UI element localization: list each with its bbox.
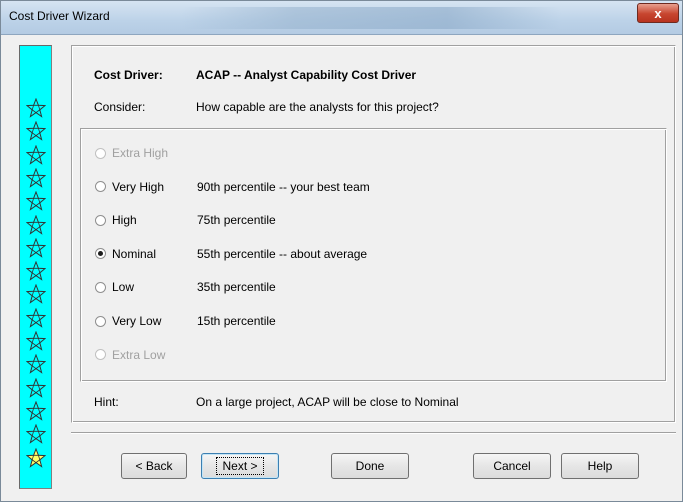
star-outline-icon bbox=[26, 121, 46, 141]
rating-option-label: Extra High bbox=[112, 146, 169, 160]
cost-driver-value: ACAP -- Analyst Capability Cost Driver bbox=[196, 68, 417, 82]
done-button[interactable]: Done bbox=[331, 453, 409, 479]
star-outline-icon bbox=[26, 214, 46, 235]
radio-button[interactable] bbox=[95, 281, 106, 293]
star-outline-icon bbox=[26, 237, 46, 258]
star-outline-icon bbox=[26, 331, 46, 351]
wizard-client-area: Cost Driver: ACAP -- Analyst Capability … bbox=[9, 35, 676, 495]
star-outline-icon bbox=[26, 98, 46, 118]
help-button[interactable]: Help bbox=[561, 453, 639, 479]
rating-option-label: Low bbox=[112, 280, 135, 295]
rating-option-description: 90th percentile -- your best team bbox=[197, 179, 370, 194]
star-outline-icon bbox=[26, 447, 46, 468]
star-outline-icon bbox=[26, 424, 46, 444]
rating-options-group: Extra High Very High 90th percentile -- yo… bbox=[80, 128, 667, 382]
radio-button[interactable] bbox=[95, 214, 106, 226]
consider-label: Consider: bbox=[94, 100, 146, 114]
star-outline-icon bbox=[26, 354, 46, 374]
window-title: Cost Driver Wizard bbox=[9, 9, 110, 23]
rating-option-extra-high: Extra High bbox=[95, 145, 168, 161]
star-outline-icon bbox=[26, 284, 46, 305]
rating-option-very-high[interactable]: Very High bbox=[95, 179, 164, 195]
star-outline-icon bbox=[26, 261, 46, 281]
star-outline-icon bbox=[26, 167, 46, 188]
rating-option-high[interactable]: High bbox=[95, 212, 137, 228]
rating-option-label: Extra Low bbox=[112, 347, 166, 362]
star-outline-icon bbox=[26, 377, 46, 398]
close-button[interactable]: x bbox=[637, 3, 679, 23]
rating-option-low[interactable]: Low bbox=[95, 279, 134, 295]
rating-option-description: 55th percentile -- about average bbox=[197, 246, 368, 261]
back-button[interactable]: < Back bbox=[121, 453, 187, 479]
star-outline-icon bbox=[26, 400, 46, 421]
next-button[interactable]: Next > bbox=[201, 453, 279, 479]
rating-option-label: High bbox=[112, 213, 137, 228]
cancel-button[interactable]: Cancel bbox=[473, 453, 551, 479]
rating-option-label: Very High bbox=[112, 179, 165, 194]
rating-option-description: 35th percentile bbox=[197, 280, 276, 295]
main-panel: Cost Driver: ACAP -- Analyst Capability … bbox=[71, 45, 676, 423]
rating-option-nominal[interactable]: Nominal bbox=[95, 246, 156, 262]
rating-option-description: 15th percentile bbox=[197, 314, 276, 328]
rating-option-extra-low: Extra Low bbox=[95, 347, 165, 363]
star-outline-icon bbox=[26, 144, 46, 165]
wizard-window: Cost Driver Wizard x Cost Driver: ACAP -… bbox=[0, 0, 683, 502]
radio-button[interactable] bbox=[95, 181, 106, 193]
rating-option-label: Very Low bbox=[112, 314, 162, 328]
star-outline-icon bbox=[26, 191, 46, 211]
rating-option-label: Nominal bbox=[112, 246, 157, 261]
radio-button bbox=[95, 147, 106, 159]
hint-text: On a large project, ACAP will be close t… bbox=[196, 395, 459, 409]
title-bar-blur bbox=[181, 7, 561, 29]
title-bar[interactable]: Cost Driver Wizard x bbox=[1, 1, 682, 35]
radio-button[interactable] bbox=[95, 248, 106, 260]
radio-button[interactable] bbox=[95, 315, 106, 327]
radio-button bbox=[95, 349, 106, 361]
separator bbox=[71, 432, 676, 434]
consider-value: How capable are the analysts for this pr… bbox=[196, 100, 439, 114]
hint-label: Hint: bbox=[94, 395, 119, 409]
star-strip bbox=[19, 45, 52, 489]
star-outline-icon bbox=[26, 307, 46, 328]
next-button-label: Next > bbox=[216, 457, 264, 475]
rating-option-very-low[interactable]: Very Low bbox=[95, 313, 161, 329]
cost-driver-label: Cost Driver: bbox=[94, 68, 163, 82]
rating-option-description: 75th percentile bbox=[197, 213, 276, 228]
close-icon: x bbox=[654, 5, 662, 21]
